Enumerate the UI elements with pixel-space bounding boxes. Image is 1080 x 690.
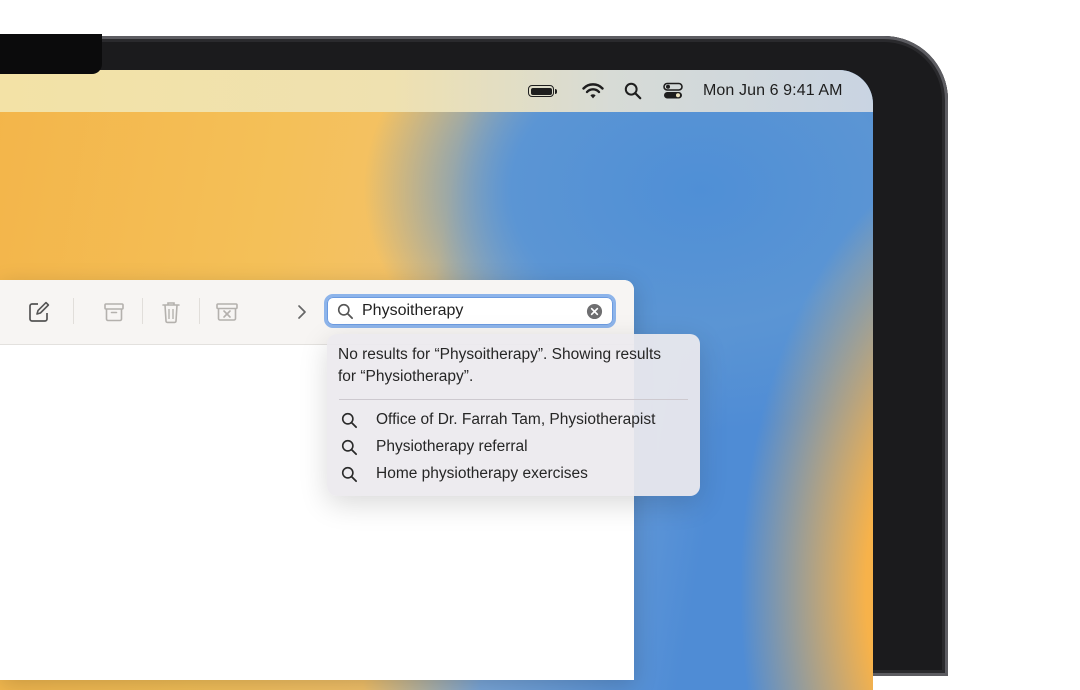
archive-icon[interactable] [100,298,128,326]
screen: Mon Jun 6 9:41 AM Physoitherapy No resul… [0,70,873,690]
toolbar-divider [199,298,200,324]
search-icon [337,303,354,320]
wifi-icon[interactable] [582,70,604,112]
menu-bar: Mon Jun 6 9:41 AM [0,70,873,112]
compose-icon[interactable] [25,298,53,326]
junk-icon[interactable] [213,298,241,326]
laptop-bezel: Mon Jun 6 9:41 AM Physoitherapy No resul… [0,36,948,690]
spotlight-search-icon[interactable] [624,70,642,112]
chevron-right-icon[interactable] [288,298,316,326]
clear-icon[interactable] [586,303,603,320]
toolbar-divider [142,298,143,324]
suggestion-label: Home physiotherapy exercises [376,465,588,482]
search-suggestions-popover: No results for “Physoitherapy”. Showing … [327,334,700,496]
popover-divider [339,399,688,400]
suggestion-label: Physiotherapy referral [376,438,528,455]
search-icon [341,439,358,455]
control-center-icon[interactable] [663,70,683,112]
spelling-correction-message: No results for “Physoitherapy”. Showing … [338,346,662,385]
camera-notch [0,34,102,74]
toolbar-divider [73,298,74,324]
battery-icon[interactable] [528,70,557,112]
trash-icon[interactable] [157,298,185,326]
suggestion-item[interactable]: Physiotherapy referral [339,434,689,460]
search-icon [341,466,358,482]
search-field[interactable] [324,294,616,328]
suggestion-label: Office of Dr. Farrah Tam, Physiotherapis… [376,411,656,428]
search-input[interactable] [362,302,572,320]
search-icon [341,412,358,428]
suggestion-item[interactable]: Office of Dr. Farrah Tam, Physiotherapis… [339,407,689,433]
menu-bar-clock[interactable]: Mon Jun 6 9:41 AM [703,70,843,112]
suggestion-item[interactable]: Home physiotherapy exercises [339,461,689,487]
